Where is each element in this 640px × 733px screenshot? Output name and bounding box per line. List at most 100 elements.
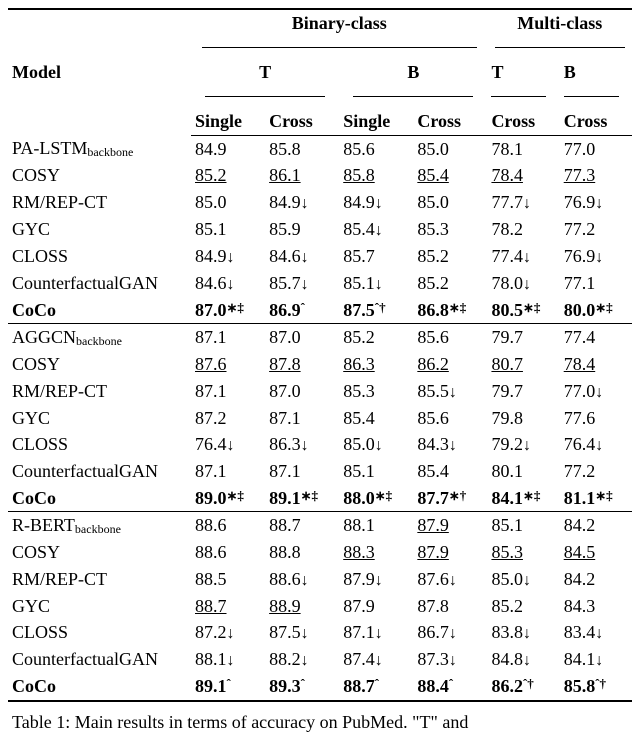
cell: CoCo — [8, 485, 191, 512]
cell: 77.2 — [560, 216, 632, 243]
cell: 87.9 — [413, 512, 487, 540]
cell: 85.3 — [339, 378, 413, 405]
cell: 87.6 — [191, 351, 265, 378]
cell: 77.3 — [560, 162, 632, 189]
header-multi: Multi-class — [487, 9, 632, 59]
cell: GYC — [8, 593, 191, 620]
cell: 88.6↓ — [265, 566, 339, 593]
cell: 84.6↓ — [265, 243, 339, 270]
header-binary: Binary-class — [191, 9, 487, 59]
table-row: CounterfactualGAN84.6↓85.7↓85.1↓85.278.0… — [8, 270, 632, 297]
table-row: AGGCNbackbone87.187.085.285.679.777.4 — [8, 324, 632, 352]
cell: 85.7 — [339, 243, 413, 270]
cell: 78.4 — [560, 351, 632, 378]
cell: 88.6 — [191, 539, 265, 566]
cell: 76.4↓ — [560, 431, 632, 458]
cell: 89.1ˆ — [191, 673, 265, 701]
cell: CLOSS — [8, 431, 191, 458]
cell: 87.2 — [191, 405, 265, 432]
cell: CLOSS — [8, 243, 191, 270]
table-row: CoCo89.0∗‡89.1∗‡88.0∗‡87.7∗†84.1∗‡81.1∗‡ — [8, 485, 632, 512]
cell: 85.8ˆ† — [560, 673, 632, 701]
cell: 87.9↓ — [339, 566, 413, 593]
table-row: RM/REP-CT88.588.6↓87.9↓87.6↓85.0↓84.2 — [8, 566, 632, 593]
cell: 88.1 — [339, 512, 413, 540]
cell: 87.8 — [265, 351, 339, 378]
cell: 85.2 — [413, 270, 487, 297]
cell: 85.5↓ — [413, 378, 487, 405]
cell: 88.9 — [265, 593, 339, 620]
cell: 87.1↓ — [339, 619, 413, 646]
cell: 79.8 — [487, 405, 559, 432]
cell: 85.4 — [413, 162, 487, 189]
cell: 84.9↓ — [339, 189, 413, 216]
cell: 87.9 — [339, 593, 413, 620]
cell: COSY — [8, 351, 191, 378]
subhead-cross: Cross — [413, 108, 487, 135]
table-caption: Table 1: Main results in terms of accura… — [8, 712, 632, 733]
cell: 84.1∗‡ — [487, 485, 559, 512]
header-mul-t: T — [487, 59, 559, 108]
cell: 85.2 — [191, 162, 265, 189]
cell: 86.7↓ — [413, 619, 487, 646]
cell: 77.6 — [560, 405, 632, 432]
cell: 80.5∗‡ — [487, 297, 559, 324]
cell: 85.0↓ — [339, 431, 413, 458]
cell: 84.3↓ — [413, 431, 487, 458]
table-row: CLOSS76.4↓86.3↓85.0↓84.3↓79.2↓76.4↓ — [8, 431, 632, 458]
cell: 85.3 — [413, 216, 487, 243]
subhead-cross: Cross — [265, 108, 339, 135]
cell: 85.0 — [413, 189, 487, 216]
table-row: CoCo87.0∗‡86.9ˆ87.5ˆ†86.8∗‡80.5∗‡80.0∗‡ — [8, 297, 632, 324]
subhead-cross: Cross — [487, 108, 559, 135]
subhead-cross: Cross — [560, 108, 632, 135]
cell: GYC — [8, 216, 191, 243]
cell: 85.7↓ — [265, 270, 339, 297]
cell: RM/REP-CT — [8, 566, 191, 593]
cell: 76.9↓ — [560, 189, 632, 216]
table-row: GYC88.788.987.987.885.284.3 — [8, 593, 632, 620]
cell: 85.6 — [339, 135, 413, 162]
cell: 85.6 — [413, 405, 487, 432]
table-row: CLOSS84.9↓84.6↓85.785.277.4↓76.9↓ — [8, 243, 632, 270]
cell: PA-LSTMbackbone — [8, 135, 191, 162]
cell: 84.6↓ — [191, 270, 265, 297]
cell: 83.4↓ — [560, 619, 632, 646]
cell: 79.7 — [487, 324, 559, 352]
cell: 87.8 — [413, 593, 487, 620]
cell: 89.1∗‡ — [265, 485, 339, 512]
cell: RM/REP-CT — [8, 378, 191, 405]
cell: 77.2 — [560, 458, 632, 485]
cell: 87.6↓ — [413, 566, 487, 593]
cell: 87.1 — [191, 378, 265, 405]
cell: 85.2 — [413, 243, 487, 270]
cell: COSY — [8, 162, 191, 189]
header-bin-t: T — [191, 59, 339, 108]
cell: 85.0↓ — [487, 566, 559, 593]
table-row: PA-LSTMbackbone84.985.885.685.078.177.0 — [8, 135, 632, 162]
cell: 84.9↓ — [265, 189, 339, 216]
cell: 84.3 — [560, 593, 632, 620]
cell: 84.1↓ — [560, 646, 632, 673]
cell: 85.1 — [487, 512, 559, 540]
table-row: CounterfactualGAN88.1↓88.2↓87.4↓87.3↓84.… — [8, 646, 632, 673]
cell: COSY — [8, 539, 191, 566]
cell: 85.6 — [413, 324, 487, 352]
cell: 88.7 — [265, 512, 339, 540]
cell: CounterfactualGAN — [8, 458, 191, 485]
cell: 87.5↓ — [265, 619, 339, 646]
cell: 88.7 — [191, 593, 265, 620]
results-table: Model Binary-class Multi-class T B T B — [8, 8, 632, 702]
cell: 78.4 — [487, 162, 559, 189]
cell: 77.0↓ — [560, 378, 632, 405]
cell: 85.4↓ — [339, 216, 413, 243]
cell: 87.4↓ — [339, 646, 413, 673]
cell: 84.9↓ — [191, 243, 265, 270]
cell: 87.0∗‡ — [191, 297, 265, 324]
cell: 77.0 — [560, 135, 632, 162]
cell: 88.6 — [191, 512, 265, 540]
cell: 86.9ˆ — [265, 297, 339, 324]
table-row: GYC85.185.985.4↓85.378.277.2 — [8, 216, 632, 243]
cell: 77.4↓ — [487, 243, 559, 270]
cell: 83.8↓ — [487, 619, 559, 646]
